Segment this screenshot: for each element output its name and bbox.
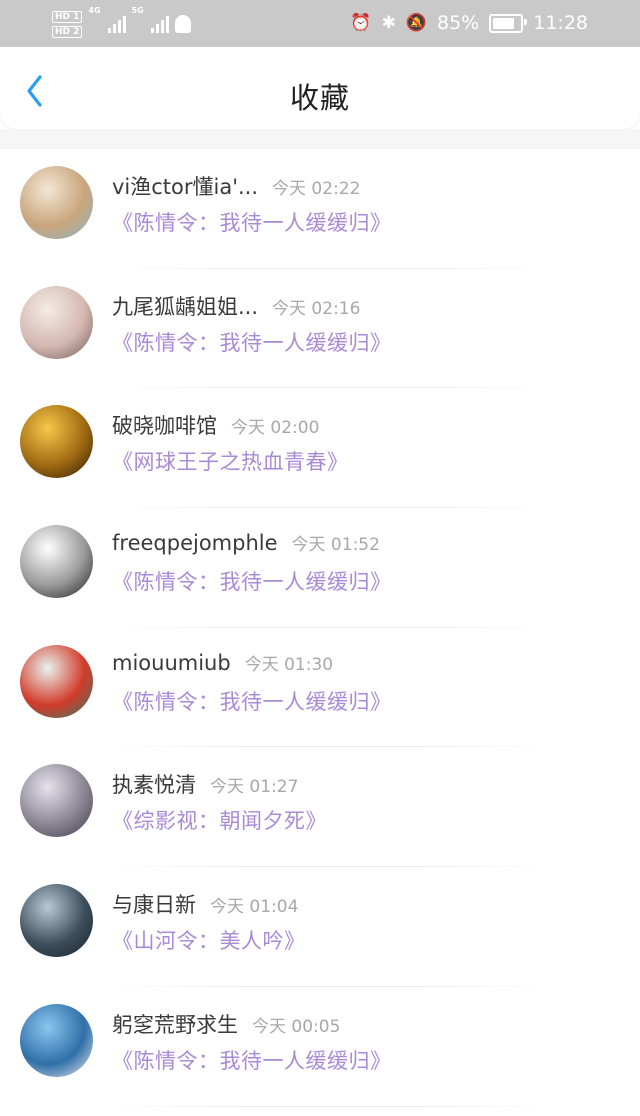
bluetooth-icon: ✱ xyxy=(381,13,396,33)
book-title-link[interactable]: 《网球王子之热血青春》 xyxy=(112,446,349,476)
user-avatar[interactable] xyxy=(20,644,93,718)
item-header: 破晓咖啡馆 今天 02:00 xyxy=(112,410,319,440)
username[interactable]: freeqpejomphle xyxy=(112,531,278,555)
divider xyxy=(112,1105,550,1107)
timestamp: 今天 01:27 xyxy=(210,777,299,798)
item-header: 九尾狐龋姐姐... 今天 02:16 xyxy=(112,291,360,321)
header-separator xyxy=(0,129,640,149)
timestamp: 今天 01:52 xyxy=(291,535,380,556)
username[interactable]: 执素悦清 xyxy=(112,773,196,797)
item-header: vi渔ctor懂ia'... 今天 02:22 xyxy=(112,171,360,201)
item-header: 与康日新 今天 01:04 xyxy=(112,889,298,919)
user-avatar[interactable] xyxy=(20,405,93,479)
favorite-item[interactable]: 执素悦清 今天 01:27 《综影视：朝闻夕死》 xyxy=(0,747,640,868)
hd-badge-2: HD 2 xyxy=(52,25,83,38)
timestamp: 今天 01:04 xyxy=(210,897,299,918)
item-header: freeqpejomphle 今天 01:52 xyxy=(112,530,380,555)
user-avatar[interactable] xyxy=(20,525,93,599)
battery-percent: 85% xyxy=(437,12,480,34)
battery-icon xyxy=(489,13,528,33)
book-title-link[interactable]: 《陈情令：我待一人缓缓归》 xyxy=(112,686,392,716)
book-title-link[interactable]: 《陈情令：我待一人缓缓归》 xyxy=(112,566,392,596)
timestamp: 今天 02:00 xyxy=(231,418,320,439)
favorite-item[interactable]: 破晓咖啡馆 今天 02:00 《网球王子之热血青春》 xyxy=(0,388,640,509)
hd-indicators: HD 1 HD 2 xyxy=(52,10,83,38)
timestamp: 今天 01:30 xyxy=(244,654,334,675)
book-title-link[interactable]: 《陈情令：我待一人缓缓归》 xyxy=(112,207,392,237)
favorites-list: vi渔ctor懂ia'... 今天 02:22 《陈情令：我待一人缓缓归》 九尾狐龋姐… xyxy=(0,149,640,1107)
favorite-item[interactable]: 九尾狐龋姐姐... 今天 02:16 《陈情令：我待一人缓缓归》 xyxy=(0,269,640,389)
favorite-item[interactable]: 与康日新 今天 01:04 《山河令：美人吟》 xyxy=(0,867,640,987)
book-title-link[interactable]: 《山河令：美人吟》 xyxy=(112,925,306,955)
timestamp: 今天 02:22 xyxy=(272,179,361,199)
status-right: ⏰ ✱ 🔕 85% 11:28 xyxy=(350,10,588,36)
item-header: 躬窆荒野求生 今天 00:05 xyxy=(112,1009,340,1039)
nav-header: 收藏 xyxy=(0,47,640,129)
status-left: HD 1 HD 2 4G 5G xyxy=(52,6,191,42)
alarm-icon: ⏰ xyxy=(350,13,372,33)
user-avatar[interactable] xyxy=(20,884,93,958)
network-type-2: 5G xyxy=(131,6,144,15)
qq-notification-icon xyxy=(174,15,191,33)
username[interactable]: miouumiub xyxy=(112,651,231,675)
book-title-link[interactable]: 《陈情令：我待一人缓缓归》 xyxy=(112,1045,392,1075)
user-avatar[interactable] xyxy=(20,764,93,838)
username[interactable]: vi渔ctor懂ia'... xyxy=(112,175,258,199)
favorite-item[interactable]: vi渔ctor懂ia'... 今天 02:22 《陈情令：我待一人缓缓归》 xyxy=(0,149,640,269)
user-avatar[interactable] xyxy=(20,285,93,359)
hd-badge-1: HD 1 xyxy=(52,10,83,23)
network-type-1: 4G xyxy=(88,6,101,15)
favorite-item[interactable]: miouumiub 今天 01:30 《陈情令：我待一人缓缓归》 xyxy=(0,628,640,748)
username[interactable]: 破晓咖啡馆 xyxy=(112,414,217,438)
clock: 11:28 xyxy=(533,12,588,34)
user-avatar[interactable] xyxy=(20,166,93,239)
user-avatar[interactable] xyxy=(20,1003,93,1077)
signal-icon-1 xyxy=(107,15,126,33)
favorite-item[interactable]: freeqpejomphle 今天 01:52 《陈情令：我待一人缓缓归》 xyxy=(0,508,640,628)
timestamp: 今天 00:05 xyxy=(252,1016,341,1037)
book-title-link[interactable]: 《陈情令：我待一人缓缓归》 xyxy=(112,327,392,357)
favorite-item[interactable]: 躬窆荒野求生 今天 00:05 《陈情令：我待一人缓缓归》 xyxy=(0,987,640,1107)
page-title: 收藏 xyxy=(289,81,350,115)
username[interactable]: 躬窆荒野求生 xyxy=(112,1013,238,1037)
timestamp: 今天 02:16 xyxy=(272,298,361,319)
status-bar: HD 1 HD 2 4G 5G ⏰ ✱ 🔕 85% 11:28 xyxy=(0,0,640,47)
book-title-link[interactable]: 《综影视：朝闻夕死》 xyxy=(112,805,327,835)
username[interactable]: 九尾狐龋姐姐... xyxy=(112,295,258,319)
username[interactable]: 与康日新 xyxy=(112,893,196,917)
mute-bell-icon: 🔕 xyxy=(405,13,427,33)
item-header: miouumiub 今天 01:30 xyxy=(112,650,333,675)
item-header: 执素悦清 今天 01:27 xyxy=(112,769,298,799)
signal-icon-2 xyxy=(150,15,169,33)
